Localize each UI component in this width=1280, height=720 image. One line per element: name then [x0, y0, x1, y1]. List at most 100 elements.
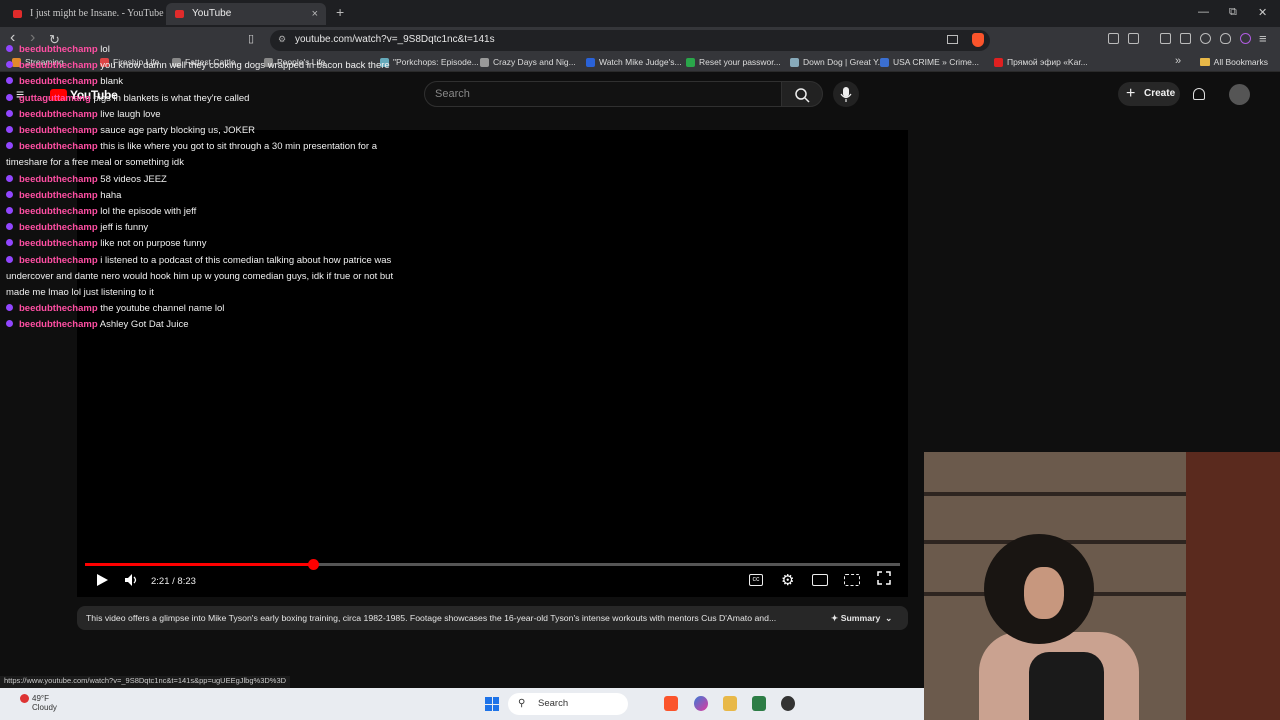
seek-bar[interactable]: [85, 559, 900, 570]
chat-username: beedubthechamp: [19, 206, 98, 218]
captions-icon[interactable]: cc: [749, 574, 763, 586]
menu-icon[interactable]: ≡: [1259, 31, 1267, 46]
settings-gear-icon[interactable]: ⚙: [781, 571, 794, 589]
profile-icon[interactable]: [1240, 33, 1251, 44]
webcam-person-shirt: [1029, 652, 1104, 720]
bookmark-favicon-icon: [480, 58, 489, 67]
all-bookmarks-button[interactable]: All Bookmarks: [1199, 57, 1268, 67]
copilot-taskbar-icon[interactable]: [694, 696, 708, 711]
microphone-icon: [840, 87, 852, 102]
chat-badge-icon: [6, 77, 13, 85]
close-tab-icon[interactable]: ×: [312, 3, 318, 25]
vpn-icon[interactable]: [1220, 33, 1231, 44]
play-button[interactable]: [95, 573, 109, 590]
search-input[interactable]: Search: [424, 81, 782, 107]
youtube-favicon-icon: [13, 10, 22, 18]
volume-icon: [125, 574, 137, 586]
chat-badge-icon: [6, 109, 13, 117]
notification-badge: [20, 694, 29, 703]
bookmark-favicon-icon: [686, 58, 695, 67]
sidebar-icon[interactable]: [1160, 33, 1171, 44]
chat-message: guttaguttamang pigs in blankets is what …: [6, 91, 396, 107]
more-bookmarks-icon[interactable]: »: [1175, 55, 1181, 67]
bookmark-item[interactable]: Reset your passwor...: [686, 57, 781, 67]
chat-text: lol the episode with jeff: [100, 206, 197, 218]
summary-button[interactable]: ✦ Summary ⌄: [831, 613, 892, 624]
weather-temp: 49°F: [32, 694, 49, 703]
bookmark-item[interactable]: Watch Mike Judge's...: [586, 57, 682, 67]
bookmark-label: Down Dog | Great Y...: [803, 57, 885, 67]
fullscreen-button[interactable]: [877, 571, 891, 588]
chat-message: beedubthechamp lol the episode with jeff: [6, 204, 396, 220]
chat-username: beedubthechamp: [19, 254, 98, 266]
chat-badge-icon: [6, 190, 13, 198]
seek-handle[interactable]: [308, 559, 320, 570]
chat-username: beedubthechamp: [19, 125, 98, 137]
chat-username: beedubthechamp: [19, 141, 98, 153]
webcam-overlay: [924, 452, 1280, 720]
tab-insane[interactable]: I just might be Insane. - YouTube: [4, 3, 164, 25]
window-close-button[interactable]: ✕: [1258, 6, 1267, 19]
cast-icon[interactable]: [844, 574, 860, 586]
chat-badge-icon: [6, 207, 13, 215]
play-icon: [97, 574, 108, 586]
all-bookmarks-label: All Bookmarks: [1213, 57, 1268, 67]
windows-start-icon[interactable]: [485, 697, 499, 711]
create-button[interactable]: + Create: [1118, 82, 1180, 106]
chat-badge-icon: [6, 142, 13, 150]
taskbar-search-label: Search: [538, 698, 569, 709]
file-explorer-icon[interactable]: [723, 696, 737, 711]
notifications-bell-icon[interactable]: [1193, 88, 1205, 100]
search-button[interactable]: [781, 81, 823, 107]
chat-message: beedubthechamp you know damn well they c…: [6, 58, 396, 74]
new-tab-button[interactable]: +: [336, 4, 344, 20]
chat-text: you know damn well they cooking dogs wra…: [100, 60, 390, 72]
restore-button[interactable]: ⧉: [1229, 6, 1237, 19]
leo-icon[interactable]: [1200, 33, 1211, 44]
weather-widget[interactable]: 49°F Cloudy: [20, 694, 57, 712]
bookmark-item[interactable]: Прямой эфир «Kar...: [994, 57, 1088, 67]
voice-search-button[interactable]: [833, 81, 859, 107]
chat-message: beedubthechamp sauce age party blocking …: [6, 123, 396, 139]
chat-username: beedubthechamp: [19, 108, 98, 120]
wallet-icon[interactable]: [1180, 33, 1191, 44]
search-placeholder: Search: [435, 88, 470, 100]
video-description[interactable]: This video offers a glimpse into Mike Ty…: [77, 606, 908, 630]
chat-text: lol: [100, 44, 110, 55]
mute-button[interactable]: [124, 573, 140, 590]
bookmark-favicon-icon: [586, 58, 595, 67]
status-url: https://www.youtube.com/watch?v=_9S8Dqtc…: [0, 676, 291, 688]
minimize-button[interactable]: —: [1198, 6, 1209, 18]
bookmark-item[interactable]: USA CRIME » Crime...: [880, 57, 979, 67]
bookmark-label: "Porkchops: Episode...: [393, 57, 479, 67]
screenshot-icon[interactable]: [1128, 33, 1139, 44]
chat-text: like not on purpose funny: [100, 238, 207, 250]
bookmark-favicon-icon: [994, 58, 1003, 67]
webcam-person-face: [1024, 567, 1064, 619]
tab-bar: I just might be Insane. - YouTube YouTub…: [0, 0, 1280, 27]
chat-message: beedubthechamp blank: [6, 74, 396, 90]
tab-youtube[interactable]: YouTube ×: [166, 3, 326, 25]
bookmark-favicon-icon: [790, 58, 799, 67]
tab-title: YouTube: [192, 8, 232, 19]
taskbar-search[interactable]: ⚲ Search: [508, 693, 628, 715]
extensions-icon[interactable]: [1108, 33, 1119, 44]
bookmark-item[interactable]: Crazy Days and Nig...: [480, 57, 576, 67]
fullscreen-icon: [877, 571, 891, 585]
obs-icon[interactable]: [781, 696, 795, 711]
plus-icon: +: [1126, 85, 1136, 102]
chat-message: beedubthechamp 58 videos JEEZ: [6, 172, 396, 188]
chat-badge-icon: [6, 45, 13, 52]
notepad-icon[interactable]: [752, 696, 766, 711]
youtube-favicon-icon: [175, 10, 184, 18]
folder-icon: [1199, 58, 1210, 66]
webcam-background-right: [1186, 452, 1280, 720]
cast-icon[interactable]: [947, 35, 958, 44]
avatar[interactable]: [1229, 84, 1250, 105]
theater-mode-icon[interactable]: [812, 574, 828, 586]
bookmark-item[interactable]: Down Dog | Great Y...: [790, 57, 885, 67]
chat-overlay: beedubthechamp lol beedubthechamp you kno…: [6, 42, 396, 334]
brave-taskbar-icon[interactable]: [664, 696, 678, 711]
chat-username: beedubthechamp: [19, 60, 98, 72]
brave-shields-icon[interactable]: [972, 33, 984, 47]
